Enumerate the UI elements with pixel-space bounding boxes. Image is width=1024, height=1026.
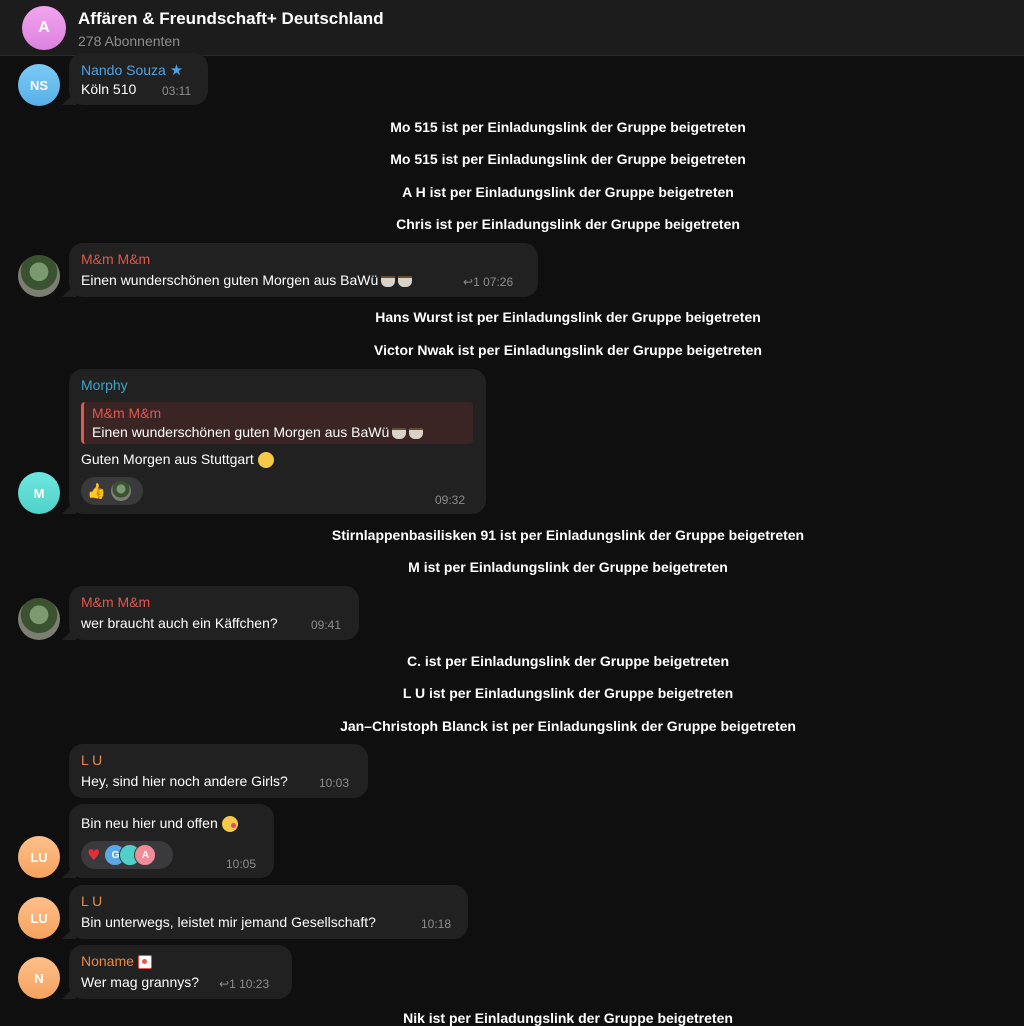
message-text: Hey, sind hier noch andere Girls? (81, 773, 288, 789)
message-bubble[interactable]: L U Hey, sind hier noch andere Girls? 10… (69, 744, 368, 798)
message-time: 10:05 (226, 857, 257, 871)
message-time: 09:41 (311, 618, 342, 632)
thumbs-up-icon: 👍 (87, 482, 106, 500)
service-message: Victor Nwak ist per Einladungslink der G… (374, 342, 762, 358)
quote-sender: M&m M&m (92, 405, 162, 421)
message-text: Guten Morgen aus Stuttgart (81, 451, 274, 469)
coffee-icon (409, 427, 424, 439)
message-text: Wer mag grannys? (81, 974, 200, 990)
reply-icon: ↩ (463, 275, 474, 289)
message-bubble[interactable]: M&m M&m Einen wunderschönen guten Morgen… (69, 243, 538, 297)
service-message: Jan–Christoph Blanck ist per Einladungsl… (340, 718, 796, 734)
message-bubble[interactable]: Bin neu hier und offen ♥ G A 10:05 (69, 804, 274, 878)
coffee-icon (381, 275, 396, 287)
smile-emoji-icon (257, 452, 274, 469)
message-bubble[interactable]: L U Bin unterwegs, leistet mir jemand Ge… (69, 885, 468, 939)
service-message: A H ist per Einladungslink der Gruppe be… (402, 184, 734, 200)
star-icon: ★ (169, 62, 184, 79)
service-message: Stirnlappenbasilisken 91 ist per Einladu… (331, 527, 805, 543)
chat-header[interactable]: A Affären & Freundschaft+ Deutschland 27… (0, 0, 1024, 56)
message-meta[interactable]: ↩1 10:23 (219, 977, 269, 991)
quote-text: Einen wunderschönen guten Morgen aus BaW… (92, 424, 424, 440)
reactor-avatar: A (134, 844, 157, 866)
heart-icon: ♥ (87, 846, 101, 864)
message-bubble[interactable]: Noname Wer mag grannys? ↩1 10:23 (69, 945, 292, 999)
kiss-emoji-icon (221, 816, 238, 833)
service-message: Mo 515 ist per Einladungslink der Gruppe… (390, 151, 746, 167)
service-message: C. ist per Einladungslink der Gruppe bei… (406, 653, 730, 669)
message-time: 09:32 (435, 493, 466, 507)
sender-name[interactable]: M&m M&m (81, 594, 150, 610)
sender-name[interactable]: Nando Souza ★ (81, 61, 183, 79)
coffee-icon (398, 275, 413, 287)
coffee-icon (392, 427, 407, 439)
avatar-photo[interactable] (18, 598, 60, 640)
message-text: Köln 510 (81, 81, 137, 97)
badge-icon (137, 955, 152, 970)
reaction-chip[interactable]: 👍 (81, 477, 143, 505)
channel-avatar[interactable]: A (22, 6, 66, 50)
service-message: Chris ist per Einladungslink der Gruppe … (396, 216, 740, 232)
sender-name[interactable]: M&m M&m (81, 251, 150, 267)
message-time: 10:18 (421, 917, 452, 931)
avatar[interactable]: LU (18, 897, 60, 939)
avatar[interactable]: N (18, 957, 60, 999)
reply-icon: ↩ (219, 977, 230, 991)
message-text: Bin neu hier und offen (81, 815, 238, 833)
message-time: 03:11 (162, 84, 192, 98)
service-message: Mo 515 ist per Einladungslink der Gruppe… (390, 119, 746, 135)
message-time: 10:03 (319, 776, 350, 790)
sender-name[interactable]: Noname (81, 953, 152, 970)
message-text: wer braucht auch ein Käffchen? (81, 615, 278, 631)
message-text: Bin unterwegs, leistet mir jemand Gesell… (81, 914, 376, 930)
avatar[interactable]: LU (18, 836, 60, 878)
avatar[interactable]: M (18, 472, 60, 514)
service-message: M ist per Einladungslink der Gruppe beig… (408, 559, 728, 575)
service-message: Hans Wurst ist per Einladungslink der Gr… (375, 309, 761, 325)
service-message: L U ist per Einladungslink der Gruppe be… (402, 685, 734, 701)
message-bubble[interactable]: Nando Souza ★ Köln 510 03:11 (69, 53, 208, 105)
reactor-avatar (109, 480, 132, 502)
avatar[interactable]: NS (18, 64, 60, 106)
subscriber-count: 278 Abonnenten (78, 33, 180, 49)
channel-title: Affären & Freundschaft+ Deutschland (78, 9, 384, 28)
avatar-photo[interactable] (18, 255, 60, 297)
message-text: Einen wunderschönen guten Morgen aus BaW… (81, 272, 413, 288)
sender-name[interactable]: Morphy (81, 377, 128, 393)
message-meta[interactable]: ↩1 07:26 (463, 275, 513, 289)
message-bubble[interactable]: Morphy M&m M&m Einen wunderschönen guten… (69, 369, 486, 514)
reaction-chip[interactable]: ♥ G A (81, 841, 173, 869)
sender-name[interactable]: L U (81, 893, 102, 909)
message-bubble[interactable]: M&m M&m wer braucht auch ein Käffchen? 0… (69, 586, 359, 640)
quoted-reply[interactable]: M&m M&m Einen wunderschönen guten Morgen… (81, 402, 473, 444)
sender-name[interactable]: L U (81, 752, 102, 768)
